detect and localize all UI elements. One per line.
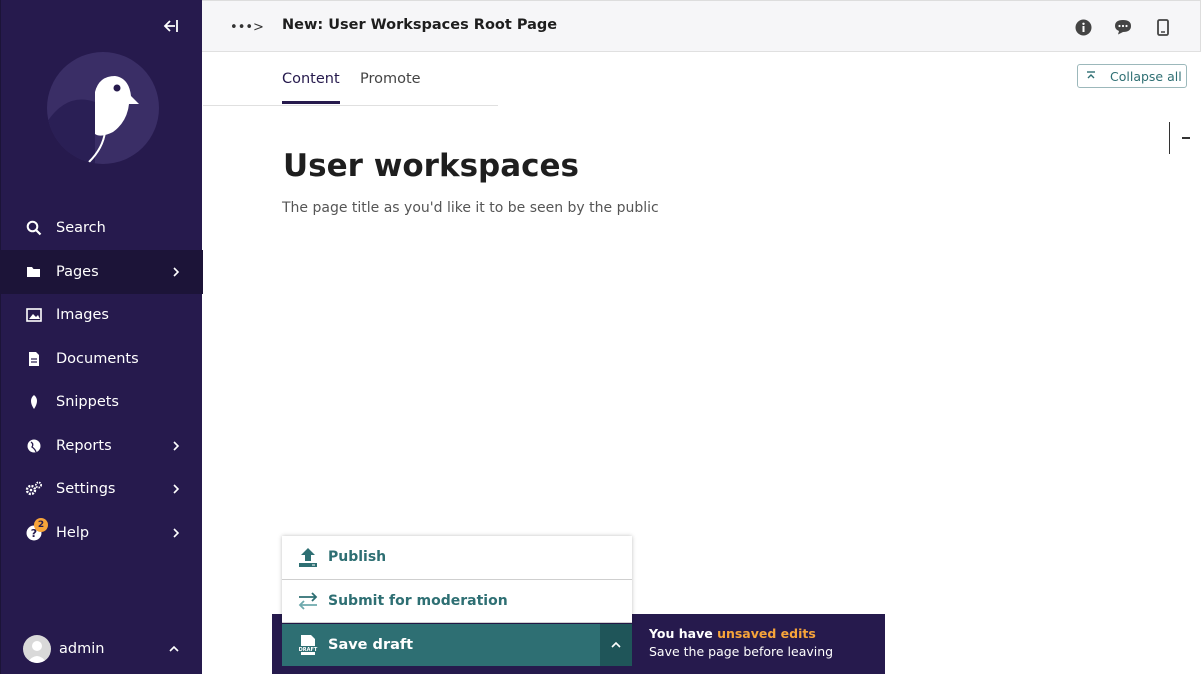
sidebar-item-settings[interactable]: Settings	[1, 468, 203, 512]
sidebar-item-label: Help	[56, 524, 90, 541]
wagtail-logo[interactable]	[47, 52, 159, 164]
image-icon	[25, 306, 43, 324]
collapse-all-button[interactable]: Collapse all	[1077, 64, 1187, 88]
chevron-right-icon	[173, 441, 180, 451]
snippet-icon	[25, 393, 43, 411]
sidebar-item-label: Reports	[56, 437, 112, 454]
main-menu: Search Pages Images Documents Snippets R…	[1, 206, 203, 555]
sidebar-item-label: Settings	[56, 481, 116, 498]
tab-content[interactable]: Content	[282, 71, 340, 104]
chevron-up-icon	[169, 645, 179, 652]
document-icon	[25, 350, 43, 368]
sidebar-item-help[interactable]: ? 2 Help	[1, 511, 203, 555]
publish-button[interactable]: Publish	[282, 536, 632, 580]
tab-promote[interactable]: Promote	[360, 71, 421, 101]
cogs-icon	[25, 480, 43, 498]
chevron-right-icon	[173, 267, 180, 277]
more-actions-toggle[interactable]	[600, 624, 632, 666]
action-menu: Publish Submit for moderation	[282, 536, 632, 623]
breadcrumb-icon: •••>	[230, 19, 264, 35]
unsaved-subtext: Save the page before leaving	[649, 644, 834, 659]
sidebar-item-label: Snippets	[56, 394, 119, 411]
globe-icon	[25, 437, 43, 455]
account-menu[interactable]: admin	[1, 624, 203, 674]
unsaved-highlight: unsaved edits	[717, 626, 816, 641]
draft-icon: DRAFT	[296, 633, 320, 657]
transfer-icon	[296, 589, 320, 613]
unsaved-prefix: You have	[649, 626, 718, 641]
folder-icon	[25, 263, 43, 281]
save-draft-label: Save draft	[328, 637, 414, 653]
tab-bar: Content Promote	[203, 52, 498, 106]
collapse-left-icon	[163, 20, 178, 32]
comment-icon	[1115, 20, 1131, 35]
sidebar-item-search[interactable]: Search	[1, 206, 203, 250]
sidebar: Search Pages Images Documents Snippets R…	[0, 0, 203, 674]
sidebar-item-label: Pages	[56, 263, 99, 280]
info-icon	[1075, 19, 1091, 35]
info-button[interactable]	[1072, 16, 1094, 38]
chevron-right-icon	[173, 528, 180, 538]
sidebar-item-reports[interactable]: Reports	[1, 424, 203, 468]
title-field[interactable]: User workspaces	[283, 148, 579, 184]
account-name: admin	[59, 641, 105, 657]
collapse-all-label: Collapse all	[1110, 68, 1182, 84]
bird-icon	[47, 76, 139, 164]
chevron-right-icon	[173, 484, 180, 494]
sidebar-item-label: Images	[56, 307, 109, 324]
save-draft-button[interactable]: DRAFT Save draft	[282, 624, 600, 666]
publish-label: Publish	[328, 549, 387, 566]
collapse-up-icon	[1087, 71, 1095, 79]
preview-button[interactable]	[1152, 16, 1174, 38]
minimap-indicator	[1169, 122, 1170, 154]
search-icon	[25, 219, 43, 237]
notification-badge: 2	[34, 518, 48, 532]
upload-icon	[296, 545, 320, 569]
chevron-up-icon	[611, 641, 621, 648]
submit-label: Submit for moderation	[328, 592, 508, 609]
submit-for-moderation-button[interactable]: Submit for moderation	[282, 580, 632, 623]
comments-button[interactable]	[1112, 16, 1134, 38]
breadcrumb-toggle-button[interactable]: •••>	[230, 15, 264, 39]
minimap-item[interactable]	[1182, 137, 1190, 139]
sidebar-item-label: Search	[56, 220, 106, 236]
page-title: New: User Workspaces Root Page	[282, 17, 558, 33]
unsaved-edits-notice: You have unsaved edits Save the page bef…	[649, 625, 833, 661]
page-header: •••> New: User Workspaces Root Page	[202, 0, 1201, 52]
sidebar-item-snippets[interactable]: Snippets	[1, 381, 203, 425]
sidebar-item-label: Documents	[56, 350, 139, 367]
title-help-text: The page title as you'd like it to be se…	[282, 200, 659, 216]
sidebar-item-documents[interactable]: Documents	[1, 337, 203, 381]
collapse-sidebar-button[interactable]	[159, 14, 183, 38]
sidebar-item-pages[interactable]: Pages	[1, 250, 203, 294]
avatar	[23, 635, 51, 663]
sidebar-item-images[interactable]: Images	[1, 294, 203, 338]
mobile-icon	[1157, 18, 1169, 36]
svg-text:DRAFT: DRAFT	[299, 647, 318, 653]
